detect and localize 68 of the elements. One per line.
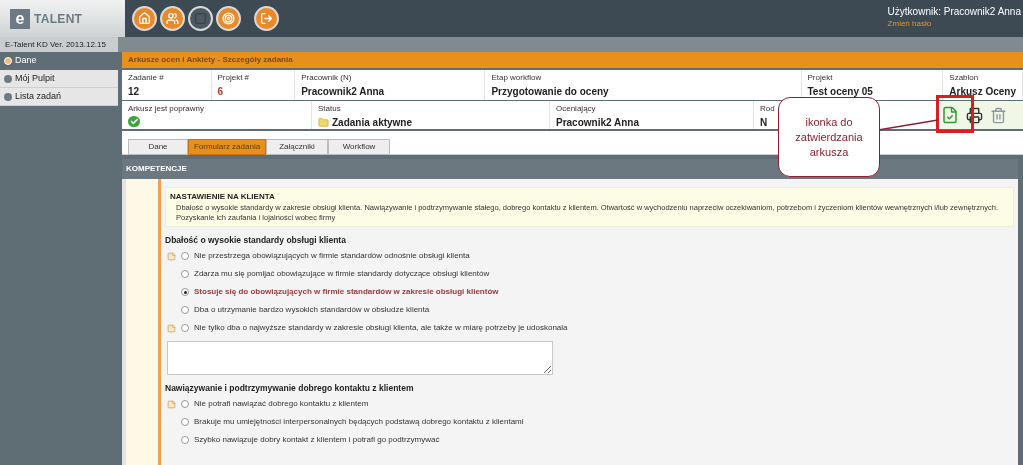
field-label: Rod: [760, 103, 776, 115]
tab[interactable]: Formularz zadania: [188, 139, 266, 155]
field-label: Zadanie #: [128, 72, 165, 84]
user-label: Użytkownik: Pracownik2 Anna: [887, 6, 1021, 18]
version-label: E-Talent KD Ver. 2013.12.15: [0, 37, 118, 52]
comment-field[interactable]: [167, 341, 553, 375]
option-label: Dba o utrzymanie bardzo wysokich standardów w obsłudze klienta: [194, 304, 430, 316]
sidebar-item[interactable]: Lista zadań: [0, 88, 118, 106]
field-label: Oceniający: [556, 103, 597, 115]
field-label: Szablon: [949, 72, 980, 84]
field-label: Projekt #: [217, 72, 251, 84]
people-icon[interactable]: [160, 6, 185, 31]
section-header: KOMPETENCJE: [122, 159, 1018, 179]
page-title: Arkusze ocen i Ankiety - Szczegóły zadania: [122, 52, 1023, 68]
radio-button[interactable]: [181, 288, 189, 296]
radio-button[interactable]: [181, 252, 189, 260]
note-icon[interactable]: [167, 251, 176, 261]
field-value: Przygotowanie do oceny: [491, 85, 610, 99]
question-title: Dbałość o wysokie standardy obsługi klienta: [165, 234, 347, 247]
note-icon[interactable]: [167, 399, 176, 409]
bullet-icon: [4, 74, 12, 83]
bullet-icon: [4, 57, 12, 65]
bullet-icon: [4, 92, 12, 101]
field-label: Etap workflow: [491, 72, 543, 84]
option-label: Nie potrafi nawiązać dobrego kontaktu z klientem: [194, 398, 369, 410]
option-label: Nie przestrzega obowiązujących w firmie standardów odnośnie obsługi klienta: [194, 250, 470, 262]
option-label: Brakuje mu umiejętności interpersonalnych będących podstawą dobrego kontaktu z klientami: [194, 416, 524, 428]
leader-line: [878, 118, 938, 132]
field-value: Arkusz Oceny: [949, 85, 1016, 99]
tab[interactable]: Załączniki: [266, 139, 328, 155]
change-password-link[interactable]: Zmień hasło: [887, 18, 932, 30]
tab[interactable]: Workflow: [328, 139, 390, 155]
field-value: Pracownik2 Anna: [556, 116, 640, 130]
radio-button[interactable]: [181, 436, 189, 444]
sidebar-item[interactable]: Mój Pulpit: [0, 70, 118, 88]
question-title: Nawiązywanie i podtrzymywanie dobrego kontaktu z klientem: [165, 382, 415, 395]
radio-button[interactable]: [181, 270, 189, 278]
note-icon[interactable]: [167, 323, 176, 333]
field-value: 6: [217, 85, 225, 99]
approve-sheet-icon[interactable]: [941, 104, 959, 126]
radio-button[interactable]: [181, 324, 189, 332]
field-label: Arkusz jest poprawny: [128, 103, 206, 115]
competency-title: NASTAWIENIE NA KLIENTA: [170, 191, 276, 203]
logout-icon[interactable]: [254, 6, 279, 31]
logo-mark: e: [10, 8, 30, 29]
folder-icon: [318, 117, 329, 128]
field-label: Projekt: [807, 72, 834, 84]
target-icon[interactable]: [216, 6, 241, 31]
radio-button[interactable]: [181, 400, 189, 408]
radio-button[interactable]: [181, 306, 189, 314]
field-value: Test oceny 05: [807, 85, 874, 99]
field-value: N: [760, 116, 769, 130]
field-value: Pracownik2 Anna: [301, 85, 386, 99]
square-icon[interactable]: [188, 6, 213, 31]
highlight-frame: [936, 95, 974, 133]
logo-text: TALENT: [34, 10, 83, 28]
field-value: 12: [128, 85, 141, 99]
option-label: Zdarza mu się pomijać obowiązujące w firmie standardy dotyczące obsługi klientów: [194, 268, 490, 280]
tab[interactable]: Dane: [128, 139, 188, 155]
callout: ikonka do zatwierdzania arkusza: [778, 97, 880, 177]
field-label: Status: [318, 103, 342, 115]
home-icon[interactable]: [132, 6, 157, 31]
field-label: Pracownik (N): [301, 72, 353, 84]
option-label: Stosuje się do obowiązujących w firmie standardów w zakresie obsługi klientów: [194, 286, 499, 298]
radio-button[interactable]: [181, 418, 189, 426]
option-label: Szybko nawiązuje dobry kontakt z klientem i potrafi go podtrzymywać: [194, 434, 440, 446]
field-value: Zadania aktywne: [332, 116, 413, 130]
option-label: Nie tylko dba o najwyższe standardy w zakresie obsługi klienta, ale także w miarę potrzeby je udoskonala: [194, 322, 568, 334]
